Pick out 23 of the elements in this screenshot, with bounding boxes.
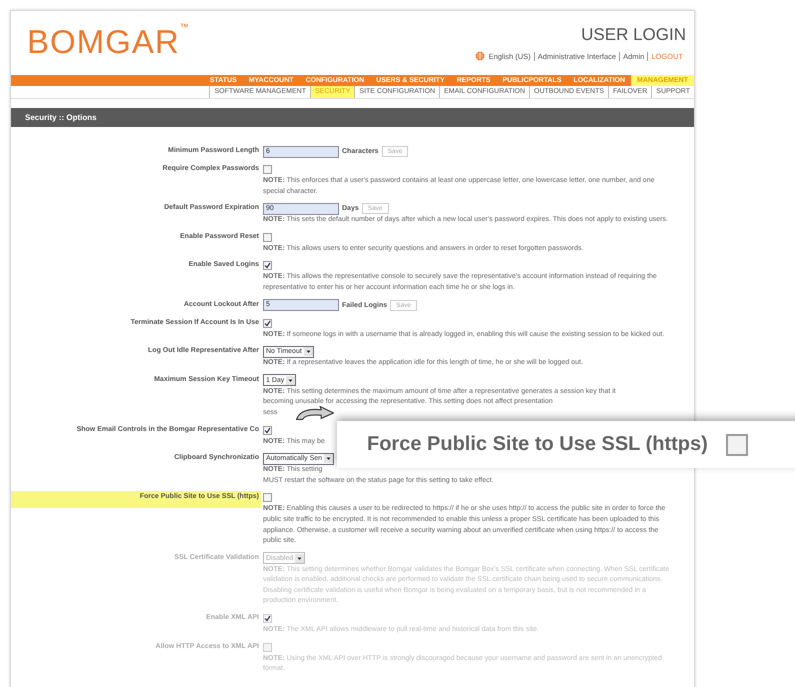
- caret-icon: [295, 554, 304, 563]
- section-header: Security :: Options: [11, 108, 694, 127]
- checkbox[interactable]: [263, 232, 272, 242]
- page-title: USER LOGIN: [581, 25, 686, 45]
- checkbox[interactable]: [263, 318, 272, 328]
- caret-icon: [304, 347, 313, 356]
- checkbox[interactable]: [263, 426, 272, 435]
- callout-label: Force Public Site to Use SSL (https): [367, 433, 708, 456]
- check-icon: [264, 320, 271, 327]
- check-icon: [264, 426, 271, 434]
- callout-checkbox[interactable]: [726, 434, 748, 456]
- checkbox[interactable]: [263, 493, 272, 502]
- logo: BOMGAR$^{™}$: [27, 25, 190, 58]
- checkbox[interactable]: [263, 642, 272, 652]
- globe-icon: [474, 51, 485, 61]
- check-icon: [264, 615, 271, 622]
- curved-arrow-icon: [296, 406, 334, 420]
- caret-icon: [324, 454, 334, 464]
- caret-icon: [286, 376, 296, 385]
- checkbox[interactable]: [263, 165, 272, 174]
- checkbox[interactable]: [263, 614, 272, 624]
- checkbox[interactable]: [263, 261, 272, 270]
- check-icon: [264, 262, 271, 270]
